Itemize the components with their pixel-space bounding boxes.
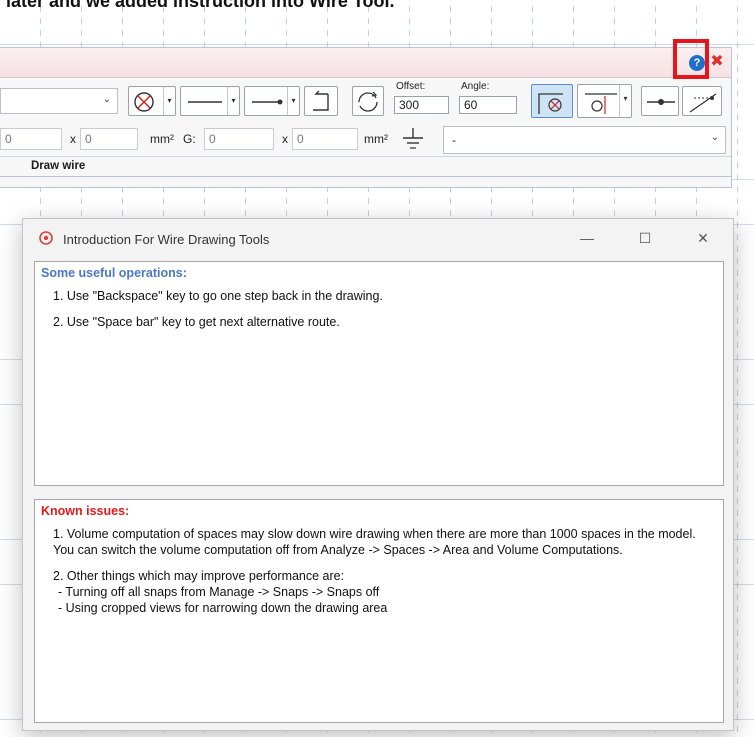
known-issues-list: 1. Volume computation of spaces may slow… — [53, 526, 713, 616]
intro-dialog: Introduction For Wire Drawing Tools — ☐ … — [22, 218, 734, 731]
connector-button[interactable]: ▾ — [577, 84, 632, 118]
angle-input[interactable]: 60 — [459, 96, 517, 114]
list-subitem: - Turning off all snaps from Manage -> S… — [58, 585, 380, 599]
angle-label: Angle: — [461, 81, 490, 92]
g-label: G: — [183, 132, 196, 146]
g-input-2[interactable]: 0 — [292, 128, 358, 150]
dropdown-arrow-icon[interactable]: ▾ — [227, 87, 239, 115]
line-icon — [188, 101, 222, 103]
toolbar-separator — [0, 156, 731, 157]
list-item: 1. Volume computation of spaces may slow… — [53, 527, 696, 557]
diagonal-wire-button[interactable] — [682, 86, 722, 116]
useful-operations-panel: Some useful operations: 1. Use "Backspac… — [34, 261, 724, 486]
app-logo-icon — [39, 231, 53, 245]
chevron-down-icon: ⌄ — [102, 94, 111, 105]
cross-section-a-input[interactable]: 0 — [0, 128, 62, 150]
offset-input[interactable]: 300 — [394, 96, 449, 114]
toolbar-row-2: 0 x 0 mm² G: 0 x 0 mm² - ⌄ — [0, 124, 731, 154]
close-icon[interactable]: ✖ — [709, 54, 725, 70]
toolbar-footer — [0, 176, 731, 177]
useful-operations-list: 1. Use "Backspace" key to go one step ba… — [53, 288, 713, 340]
wire-type-combo[interactable]: ⌄ — [0, 88, 118, 114]
known-issues-heading: Known issues: — [41, 504, 130, 518]
list-item: 2. Other things which may improve perfor… — [53, 569, 345, 583]
connector-icon — [585, 93, 617, 114]
line-style-button[interactable]: ▾ — [180, 86, 240, 116]
diagonal-wire-icon — [689, 93, 717, 113]
multiply-label: x — [70, 132, 76, 146]
document-text-line: later and we added instruction into Wire… — [6, 0, 395, 11]
maximize-icon[interactable]: ☐ — [636, 229, 654, 247]
chevron-down-icon: ⌄ — [710, 132, 719, 143]
toolbar-row-1: ⌄ ▾ ▾ ▾ Offset: 300 Angle: 60 ▾ — [0, 81, 731, 121]
dropdown-arrow-icon[interactable]: ▾ — [163, 87, 175, 115]
wire-node-icon — [647, 99, 675, 105]
return-route-icon — [313, 90, 329, 111]
wire-symbol-button[interactable]: ▾ — [128, 86, 176, 116]
ground-icon[interactable] — [400, 126, 426, 152]
list-subitem: - Using cropped views for narrowing down… — [58, 601, 388, 615]
multiply-label-2: x — [282, 132, 288, 146]
snap-circle-icon — [538, 93, 563, 114]
rotate-icon — [358, 91, 378, 112]
known-issues-panel: Known issues: 1. Volume computation of s… — [34, 499, 724, 723]
offset-label: Offset: — [396, 81, 426, 92]
cross-section-b-input[interactable]: 0 — [80, 128, 138, 150]
unit-label: mm² — [150, 132, 174, 146]
list-item: 1. Use "Backspace" key to go one step ba… — [53, 289, 383, 303]
g-input[interactable]: 0 — [204, 128, 274, 150]
useful-operations-heading: Some useful operations: — [41, 266, 187, 280]
dialog-titlebar[interactable]: Introduction For Wire Drawing Tools — ☐ … — [23, 219, 733, 259]
line-end-button[interactable]: ▾ — [244, 86, 300, 116]
list-item: 2. Use "Space bar" key to get next alter… — [53, 315, 340, 329]
ground-value: - — [452, 133, 456, 147]
route-back-button[interactable] — [304, 86, 338, 116]
toolbar-titlebar: ? ✖ — [0, 48, 731, 78]
wire-toolbar: ? ✖ ⌄ ▾ ▾ ▾ Offset: 300 Angle: 60 ▾ 0 x … — [0, 47, 732, 188]
straight-wire-button[interactable] — [641, 86, 679, 116]
toolbar-group-label: Draw wire — [31, 160, 86, 172]
dropdown-arrow-icon[interactable]: ▾ — [287, 87, 299, 115]
line-end-dot-icon — [252, 99, 283, 105]
help-icon[interactable]: ? — [689, 55, 705, 71]
dialog-title: Introduction For Wire Drawing Tools — [63, 232, 270, 247]
ground-combo[interactable]: - ⌄ — [443, 126, 726, 154]
close-icon[interactable]: ✕ — [694, 229, 712, 247]
unit-label-2: mm² — [364, 132, 388, 146]
dropdown-arrow-icon[interactable]: ▾ — [619, 85, 631, 117]
minimize-icon[interactable]: — — [578, 229, 596, 247]
snap-toggle-button[interactable] — [531, 84, 573, 118]
rotate-button[interactable] — [352, 86, 384, 116]
cross-circle-icon — [134, 92, 154, 112]
